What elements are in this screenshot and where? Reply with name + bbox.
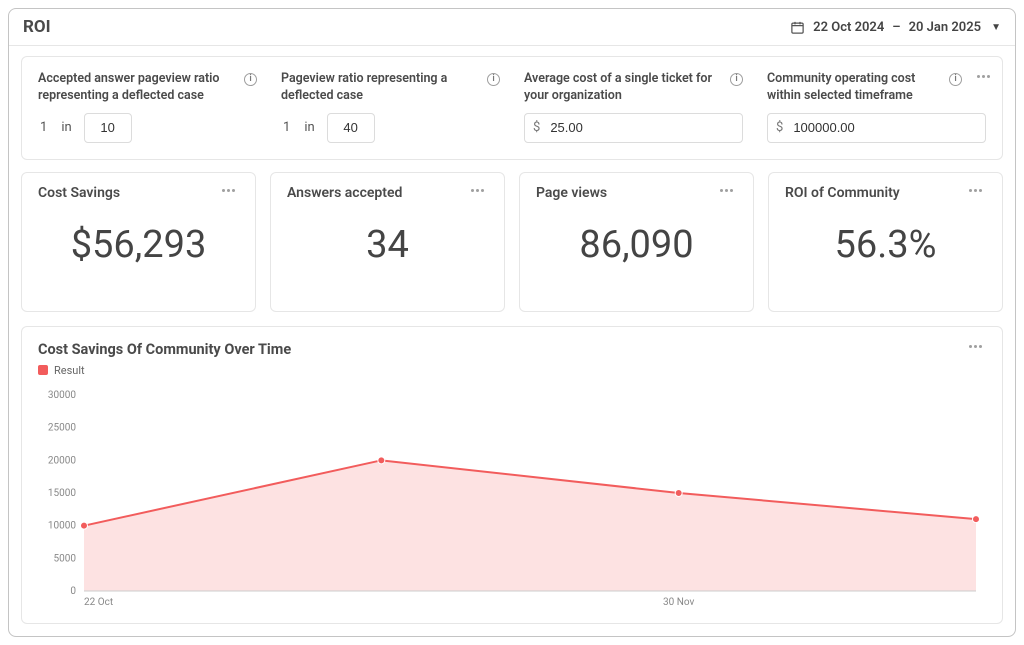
operating-cost-label: Community operating cost within selected… bbox=[767, 71, 986, 105]
info-icon[interactable]: i bbox=[244, 73, 257, 86]
chart-area: 0 5000 10000 15000 20000 25000 30000 22 Oct 30 N… bbox=[38, 385, 986, 615]
date-range-picker[interactable]: 22 Oct 2024 – 20 Jan 2025 ▼ bbox=[790, 20, 1001, 35]
kpi-cost-savings: Cost Savings $56,293 bbox=[21, 172, 256, 312]
svg-text:5000: 5000 bbox=[54, 553, 77, 564]
ticket-cost-input[interactable] bbox=[548, 119, 734, 136]
svg-text:15000: 15000 bbox=[48, 488, 76, 499]
date-from: 22 Oct 2024 bbox=[813, 20, 884, 35]
accepted-ratio-input[interactable] bbox=[84, 113, 132, 143]
kpi-value: 56.3% bbox=[785, 223, 986, 267]
svg-text:10000: 10000 bbox=[48, 520, 76, 531]
ratio-in-text: in bbox=[59, 120, 73, 135]
chart-title: Cost Savings Of Community Over Time bbox=[38, 341, 291, 358]
page-title: ROI bbox=[23, 17, 51, 37]
operating-cost-group: Community operating cost within selected… bbox=[767, 71, 986, 143]
panel-header: ROI 22 Oct 2024 – 20 Jan 2025 ▼ bbox=[9, 9, 1015, 46]
svg-text:0: 0 bbox=[70, 586, 76, 597]
pageview-ratio-label: Pageview ratio representing a deflected … bbox=[281, 71, 500, 105]
svg-text:30 Nov: 30 Nov bbox=[663, 597, 694, 608]
ratio-one: 1 bbox=[281, 120, 292, 135]
currency-symbol: $ bbox=[533, 120, 540, 135]
kpi-value: 86,090 bbox=[536, 223, 737, 267]
ratio-one: 1 bbox=[38, 120, 49, 135]
svg-text:30000: 30000 bbox=[48, 390, 76, 401]
ticket-cost-field[interactable]: $ bbox=[524, 113, 743, 143]
info-icon[interactable]: i bbox=[487, 73, 500, 86]
kpi-roi: ROI of Community 56.3% bbox=[768, 172, 1003, 312]
inputs-card: Accepted answer pageview ratio represent… bbox=[21, 56, 1003, 160]
info-icon[interactable]: i bbox=[949, 73, 962, 86]
accepted-ratio-label: Accepted answer pageview ratio represent… bbox=[38, 71, 257, 105]
svg-text:22 Oct: 22 Oct bbox=[84, 597, 113, 608]
chart-legend: Result bbox=[38, 364, 291, 377]
more-icon[interactable] bbox=[973, 71, 994, 82]
accepted-ratio-group: Accepted answer pageview ratio represent… bbox=[38, 71, 257, 143]
kpi-row: Cost Savings $56,293 Answers accepted 34… bbox=[21, 172, 1003, 312]
roi-panel: ROI 22 Oct 2024 – 20 Jan 2025 ▼ Accepted… bbox=[8, 8, 1016, 637]
kpi-title: Cost Savings bbox=[38, 185, 120, 201]
operating-cost-input[interactable] bbox=[791, 119, 977, 136]
currency-symbol: $ bbox=[776, 120, 783, 135]
svg-text:25000: 25000 bbox=[48, 422, 76, 433]
ticket-cost-label: Average cost of a single ticket for your… bbox=[524, 71, 743, 105]
more-icon[interactable] bbox=[965, 185, 986, 196]
kpi-page-views: Page views 86,090 bbox=[519, 172, 754, 312]
pageview-ratio-input[interactable] bbox=[327, 113, 375, 143]
legend-swatch bbox=[38, 365, 48, 375]
svg-text:20000: 20000 bbox=[48, 455, 76, 466]
kpi-value: 34 bbox=[287, 223, 488, 267]
more-icon[interactable] bbox=[467, 185, 488, 196]
more-icon[interactable] bbox=[716, 185, 737, 196]
ticket-cost-group: Average cost of a single ticket for your… bbox=[524, 71, 743, 143]
pageview-ratio-row: 1 in bbox=[281, 113, 500, 143]
kpi-title: ROI of Community bbox=[785, 185, 900, 201]
ratio-in-text: in bbox=[302, 120, 316, 135]
calendar-icon bbox=[790, 20, 805, 35]
more-icon[interactable] bbox=[965, 341, 986, 352]
chevron-down-icon: ▼ bbox=[991, 22, 1001, 33]
kpi-answers-accepted: Answers accepted 34 bbox=[270, 172, 505, 312]
date-to: 20 Jan 2025 bbox=[909, 20, 982, 35]
panel-content: Accepted answer pageview ratio represent… bbox=[9, 46, 1015, 636]
kpi-title: Page views bbox=[536, 185, 607, 201]
chart-plot: 0 5000 10000 15000 20000 25000 30000 22 Oct 30 N… bbox=[38, 385, 986, 615]
info-icon[interactable]: i bbox=[730, 73, 743, 86]
accepted-ratio-row: 1 in bbox=[38, 113, 257, 143]
legend-label: Result bbox=[54, 364, 85, 377]
more-icon[interactable] bbox=[218, 185, 239, 196]
chart-card: Cost Savings Of Community Over Time Resu… bbox=[21, 326, 1003, 624]
pageview-ratio-group: Pageview ratio representing a deflected … bbox=[281, 71, 500, 143]
kpi-title: Answers accepted bbox=[287, 185, 402, 201]
date-separator: – bbox=[892, 20, 900, 35]
kpi-value: $56,293 bbox=[38, 223, 239, 267]
operating-cost-field[interactable]: $ bbox=[767, 113, 986, 143]
